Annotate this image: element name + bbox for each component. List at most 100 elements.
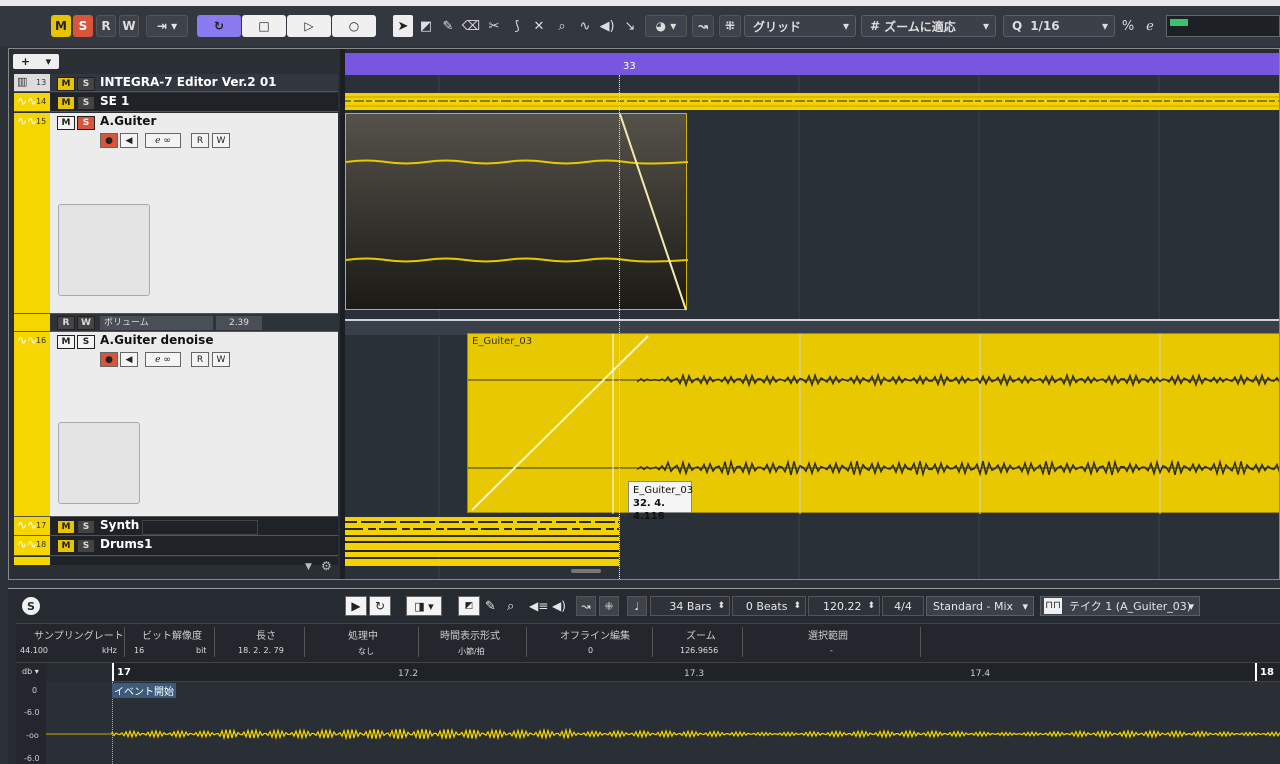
- solo-button[interactable]: S: [77, 539, 95, 553]
- color-tool-button[interactable]: ◕ ▾: [645, 15, 687, 37]
- bars-field[interactable]: 34 Bars ⬍: [650, 596, 730, 616]
- write-button[interactable]: W: [119, 15, 139, 37]
- track-16[interactable]: ∿∿ 16 M S A.Guiter denoise ● ◀ ℯ ∞ R W: [14, 332, 338, 516]
- event-display[interactable]: E_Guiter_03 E_Guiter_03 32. 4. 4.118: [345, 75, 1279, 579]
- autoscroll-button[interactable]: ↝: [692, 15, 714, 37]
- beats-field[interactable]: 0 Beats ⬍: [732, 596, 806, 616]
- audio-event-synth[interactable]: [345, 517, 619, 535]
- solo-button[interactable]: S: [77, 77, 95, 91]
- play-button[interactable]: ▷: [287, 15, 331, 37]
- edit-channel-button[interactable]: ℯ ∞: [145, 133, 181, 148]
- write-button[interactable]: W: [212, 352, 230, 367]
- split-tool[interactable]: ✂: [484, 15, 504, 37]
- magnifier-icon[interactable]: ⌕: [507, 599, 514, 614]
- loop-audition-button[interactable]: ↻: [369, 596, 391, 616]
- stepper-icon[interactable]: ⬍: [793, 601, 801, 611]
- zoom-tool[interactable]: ⌕: [552, 15, 572, 37]
- write-button[interactable]: W: [212, 133, 230, 148]
- audio-event-drums1[interactable]: [345, 537, 619, 557]
- audio-event-se1[interactable]: [345, 93, 1279, 110]
- automation-value[interactable]: 2.39: [216, 316, 262, 330]
- mute-button[interactable]: M: [57, 335, 75, 349]
- sample-ruler[interactable]: 17 17.2 17.3 17.4 18: [112, 663, 1280, 682]
- algorithm-select[interactable]: Standard - Mix ▾: [926, 596, 1034, 616]
- erase-tool[interactable]: ⌫: [461, 15, 481, 37]
- draw-tool[interactable]: ✎: [438, 15, 458, 37]
- snap-button[interactable]: ⁜: [599, 596, 619, 616]
- record-enable-button[interactable]: ●: [100, 352, 118, 367]
- track-13[interactable]: ▥ 13 M S INTEGRA-7 Editor Ver.2 01: [14, 74, 338, 92]
- automation-read-button[interactable]: R: [57, 316, 75, 330]
- object-select-tool[interactable]: ➤: [393, 15, 413, 37]
- pencil-icon[interactable]: ✎: [485, 599, 496, 614]
- record-button[interactable]: ○: [332, 15, 376, 37]
- mute-button[interactable]: M: [57, 116, 75, 130]
- glue-tool[interactable]: ⟆: [507, 15, 527, 37]
- automation-lane[interactable]: R W ボリューム 2.39: [14, 313, 338, 332]
- tool-select-button[interactable]: ◨ ▾: [406, 596, 442, 616]
- track-19-partial[interactable]: [14, 557, 338, 565]
- edit-channel-button[interactable]: ℯ ∞: [145, 352, 181, 367]
- monitor-button[interactable]: ◀: [120, 352, 138, 367]
- read-button[interactable]: R: [191, 133, 209, 148]
- iterative-quantize-button[interactable]: %: [1118, 15, 1138, 37]
- range-select-tool[interactable]: ◩: [458, 596, 480, 616]
- snap-type-select[interactable]: グリッド ▾: [744, 15, 856, 37]
- monitor-button[interactable]: ◀: [120, 133, 138, 148]
- record-enable-button[interactable]: ●: [100, 133, 118, 148]
- solo-button[interactable]: S: [77, 96, 95, 110]
- track-17[interactable]: ∿∿ 17 M S Synth: [14, 516, 338, 536]
- warp-tool[interactable]: ↘: [620, 15, 640, 37]
- mute-tool[interactable]: ✕: [529, 15, 549, 37]
- range-tool[interactable]: ◩: [416, 15, 436, 37]
- signature-field[interactable]: 4/4: [882, 596, 924, 616]
- mute-button[interactable]: M: [57, 96, 75, 110]
- gear-icon[interactable]: ⚙: [321, 559, 332, 573]
- sample-waveform-area[interactable]: イベント開始: [46, 682, 1280, 764]
- horizontal-scrollbar[interactable]: [571, 569, 601, 573]
- track-18[interactable]: ∿∿ 18 M S Drums1: [14, 536, 338, 556]
- grid-type-select[interactable]: # ズームに適応 ▾: [861, 15, 996, 37]
- speaker-scrub-icon[interactable]: ◀≡: [529, 599, 548, 613]
- automation-parameter[interactable]: ボリューム: [100, 316, 213, 330]
- mute-button[interactable]: M: [57, 77, 75, 91]
- mute-button[interactable]: M: [57, 539, 75, 553]
- track-15[interactable]: ∿∿ 15 M S A.Guiter ● ◀ ℯ ∞ R W: [14, 113, 338, 313]
- solo-button[interactable]: S: [73, 15, 93, 37]
- automation-write-button[interactable]: W: [77, 316, 95, 330]
- db-unit-label[interactable]: db ▾: [22, 667, 39, 676]
- mute-button[interactable]: M: [51, 15, 71, 37]
- stop-button[interactable]: □: [242, 15, 286, 37]
- add-track-button[interactable]: + ▾: [13, 54, 59, 69]
- read-button[interactable]: R: [191, 352, 209, 367]
- play-tool[interactable]: ◀): [597, 15, 617, 37]
- audition-button[interactable]: ▶: [345, 596, 367, 616]
- stepper-icon[interactable]: ⬍: [717, 601, 725, 611]
- line-tool[interactable]: ∿: [575, 15, 595, 37]
- snap-button[interactable]: ⁜: [719, 15, 741, 37]
- audio-event-track19-partial[interactable]: [345, 559, 619, 566]
- project-cursor[interactable]: [619, 75, 621, 579]
- track-name: Synth: [100, 518, 140, 532]
- take-select[interactable]: ⊓⊓ テイク 1 (A_Guiter_03) ▾: [1040, 596, 1200, 616]
- speaker-icon[interactable]: ◀): [552, 599, 566, 613]
- solo-button[interactable]: S: [77, 335, 95, 349]
- timeline-ruler[interactable]: 33: [345, 53, 1279, 75]
- track-list-scroll-down-icon[interactable]: ▼: [305, 562, 312, 572]
- audio-event-e-guiter-03[interactable]: E_Guiter_03: [467, 333, 1279, 514]
- solo-button[interactable]: S: [77, 116, 95, 130]
- audio-event-a-guiter[interactable]: [345, 113, 689, 311]
- musical-mode-button[interactable]: ♩: [627, 596, 647, 616]
- read-button[interactable]: R: [96, 15, 116, 37]
- solo-button[interactable]: S: [77, 520, 95, 534]
- mute-button[interactable]: M: [57, 520, 75, 534]
- edit-quantize-button[interactable]: ℯ: [1140, 15, 1160, 37]
- track-14[interactable]: ∿∿ 14 M S SE 1: [14, 93, 338, 112]
- info-time-format-label: 時間表示形式: [440, 631, 500, 642]
- automation-mode-button[interactable]: ⇥ ▾: [146, 15, 188, 37]
- stepper-icon[interactable]: ⬍: [867, 601, 875, 611]
- quantize-select[interactable]: Q 1/16 ▾: [1003, 15, 1115, 37]
- autoscroll-button[interactable]: ↝: [576, 596, 596, 616]
- tempo-field[interactable]: 120.22 ⬍: [808, 596, 880, 616]
- cycle-button[interactable]: ↻: [197, 15, 241, 37]
